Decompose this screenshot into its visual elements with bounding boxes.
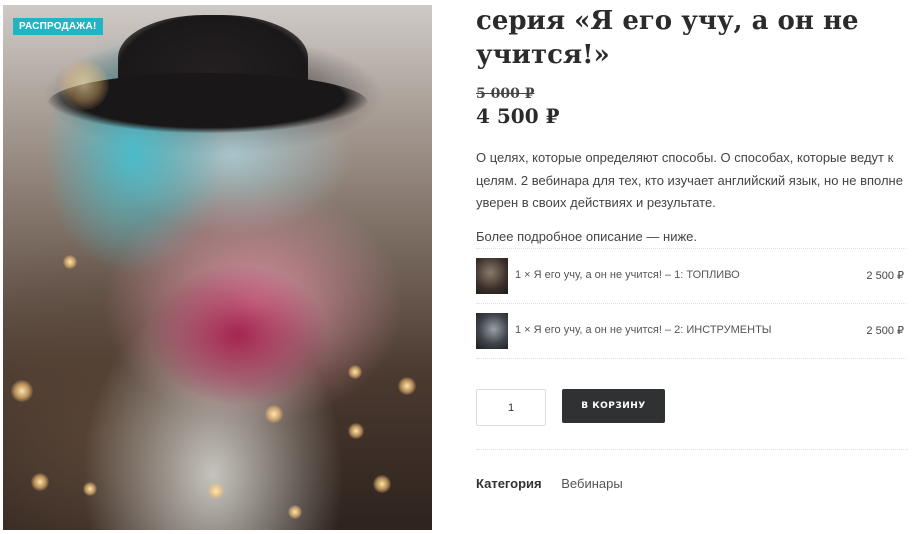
- product-title: серия «Я его учу, а он не учится!»: [476, 6, 859, 70]
- more-description-note: Более подробное описание — ниже.: [476, 229, 697, 244]
- bundle-thumbnail[interactable]: [476, 313, 508, 349]
- bokeh-light: [373, 475, 391, 493]
- bundle-thumbnail[interactable]: [476, 258, 508, 294]
- bundle-list: 1 × Я его учу, а он не учится! – 1: ТОПЛ…: [476, 248, 906, 359]
- product-description: О целях, которые определяют способы. О с…: [476, 150, 903, 210]
- bokeh-light: [63, 255, 77, 269]
- bokeh-light: [348, 365, 362, 379]
- bokeh-light: [31, 473, 49, 491]
- bundle-item-label[interactable]: 1 × Я его учу, а он не учится! – 1: ТОПЛ…: [515, 269, 740, 281]
- sale-price: 4 500 ₽: [476, 104, 560, 128]
- bundle-item-price: 2 500 ₽: [866, 270, 904, 282]
- divider: [476, 449, 908, 450]
- bokeh-light: [59, 60, 109, 110]
- bokeh-light: [348, 423, 364, 439]
- bokeh-light: [11, 380, 33, 402]
- bundle-item-price: 2 500 ₽: [866, 325, 904, 337]
- bokeh-light: [83, 482, 97, 496]
- product-image[interactable]: РАСПРОДАЖА!: [3, 5, 432, 530]
- old-price: 5 000 ₽: [476, 86, 535, 102]
- product-meta: Категория Вебинары: [476, 476, 623, 491]
- bundle-item-label[interactable]: 1 × Я его учу, а он не учится! – 2: ИНСТ…: [515, 324, 772, 336]
- bokeh-light: [208, 483, 224, 499]
- add-to-cart-button[interactable]: В КОРЗИНУ: [562, 389, 665, 423]
- bokeh-light: [288, 505, 302, 519]
- bundle-item: 1 × Я его учу, а он не учится! – 1: ТОПЛ…: [476, 249, 906, 304]
- bokeh-light: [398, 377, 416, 395]
- category-label: Категория: [476, 476, 542, 491]
- quantity-input[interactable]: [476, 389, 546, 426]
- bundle-item: 1 × Я его учу, а он не учится! – 2: ИНСТ…: [476, 304, 906, 359]
- sale-badge: РАСПРОДАЖА!: [13, 18, 103, 35]
- bokeh-light: [265, 405, 283, 423]
- category-link[interactable]: Вебинары: [561, 476, 622, 491]
